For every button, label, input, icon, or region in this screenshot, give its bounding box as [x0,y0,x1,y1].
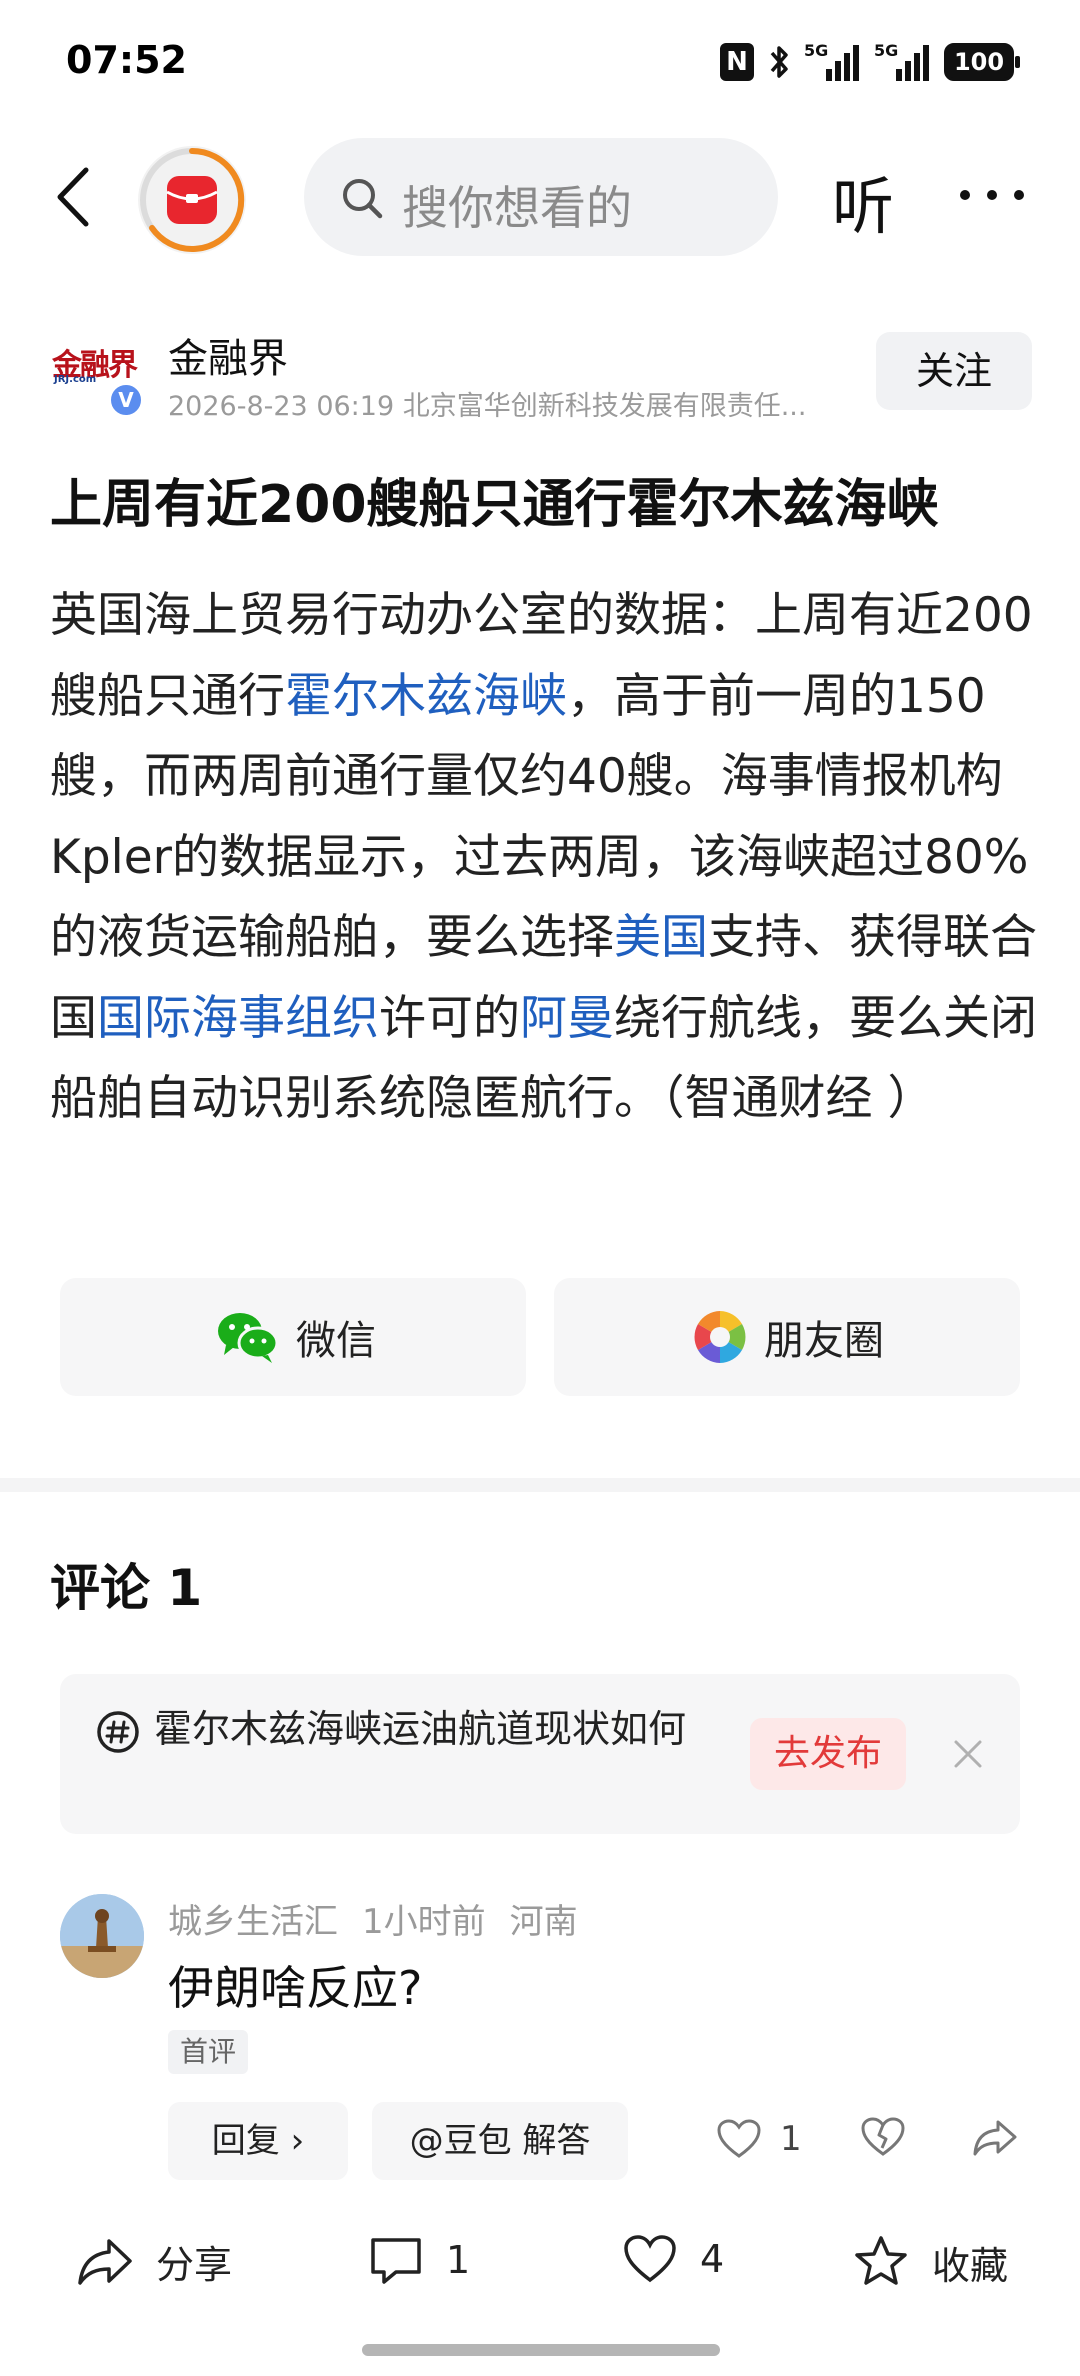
bluetooth-icon [770,46,788,78]
back-arrow-icon[interactable] [46,162,106,232]
commenter-avatar[interactable] [60,1894,144,1978]
share-moments-button[interactable]: 朋友圈 [554,1278,1020,1396]
share-moments-label: 朋友圈 [764,1318,884,1364]
link-hormuz[interactable]: 霍尔木兹海峡 [285,669,567,724]
link-oman[interactable]: 阿曼 [520,991,614,1046]
status-time: 07:52 [66,38,187,82]
author-meta: 2026-8-23 06:19 北京富华创新科技发展有限责任... [168,391,807,422]
comment-time: 1小时前 [362,1902,486,1942]
progress-ring-icon [140,147,245,252]
comments-title: 评论 1 [50,1559,203,1617]
search-icon [343,179,383,219]
share-icon [78,2238,132,2285]
comment-icon [371,2238,421,2284]
search-box[interactable]: 搜你想看的 [304,138,778,256]
bottom-comment-count: 1 [446,2238,471,2282]
bottom-share-label: 分享 [156,2243,233,2287]
bottom-like-count: 4 [700,2237,725,2281]
like-heart-icon [624,2235,676,2283]
nfc-icon: N [720,43,754,81]
author-name[interactable]: 金融界 [168,326,288,384]
follow-button[interactable]: 关注 [876,332,1032,410]
bottom-action-bar: 分享 1 4 收藏 [0,2212,1080,2322]
first-comment-badge: 首评 [168,2030,249,2074]
link-usa[interactable]: 美国 [614,910,708,965]
signal-icon-sim1: 5G [804,41,860,81]
share-wechat-button[interactable]: 微信 [60,1278,526,1396]
article-title: 上周有近200艘船只通行霍尔木兹海峡 [50,475,939,535]
bottom-comment-button[interactable]: 1 [368,2234,470,2286]
verified-badge-icon: V [108,382,144,418]
search-input[interactable]: 搜你想看的 [402,172,632,238]
close-icon[interactable] [946,1732,990,1776]
reply-button[interactable]: 回复 › [168,2102,348,2180]
more-icon[interactable] [960,170,1024,220]
listen-button[interactable]: 听 [832,156,894,246]
comment-like-count: 1 [780,2119,802,2159]
comment-meta: 城乡生活汇 1小时前 河南 [168,1894,602,1943]
author-row: 金融界 JRJ.com V 金融界 2026-8-23 06:19 北京富华创新… [0,318,1080,428]
wechat-icon [218,1313,279,1363]
link-imo[interactable]: 国际海事组织 [97,991,379,1046]
section-divider [0,1478,1080,1492]
comment-location: 河南 [509,1902,578,1942]
top-nav: 搜你想看的 听 [0,132,1080,262]
broken-heart-icon[interactable] [860,2116,906,2158]
status-icons: N 5G 5G 100 [720,40,1020,84]
topic-text: 霍尔木兹海峡运油航道现状如何 [154,1707,687,1751]
comment-share-icon[interactable] [972,2118,1018,2158]
bottom-favorite-button[interactable]: 收藏 [852,2234,1008,2290]
commenter-name[interactable]: 城乡生活汇 [168,1902,338,1942]
ai-answer-button[interactable]: @豆包 解答 [372,2102,628,2180]
publish-button[interactable]: 去发布 [750,1718,906,1790]
comment-like-button[interactable]: 1 [716,2118,802,2160]
signal-icon-sim2: 5G [874,41,930,81]
status-bar: 07:52 N 5G 5G 100 [0,0,1080,120]
home-indicator[interactable] [362,2344,720,2356]
article-body: 英国海上贸易行动办公室的数据：上周有近200艘船只通行霍尔木兹海峡，高于前一周的… [50,588,1037,1126]
share-wechat-label: 微信 [296,1318,376,1364]
app-logo[interactable] [138,146,246,254]
topic-card[interactable]: 霍尔木兹海峡运油航道现状如何 去发布 [60,1674,1020,1834]
battery-icon: 100 [944,43,1020,81]
bottom-favorite-label: 收藏 [932,2243,1009,2288]
bottom-like-button[interactable]: 4 [622,2234,724,2284]
bottom-share-button[interactable]: 分享 [76,2234,232,2289]
comment-text: 伊朗啥反应? [168,1961,423,2015]
star-icon [855,2236,907,2285]
moments-icon [694,1311,746,1363]
heart-icon [717,2119,761,2158]
